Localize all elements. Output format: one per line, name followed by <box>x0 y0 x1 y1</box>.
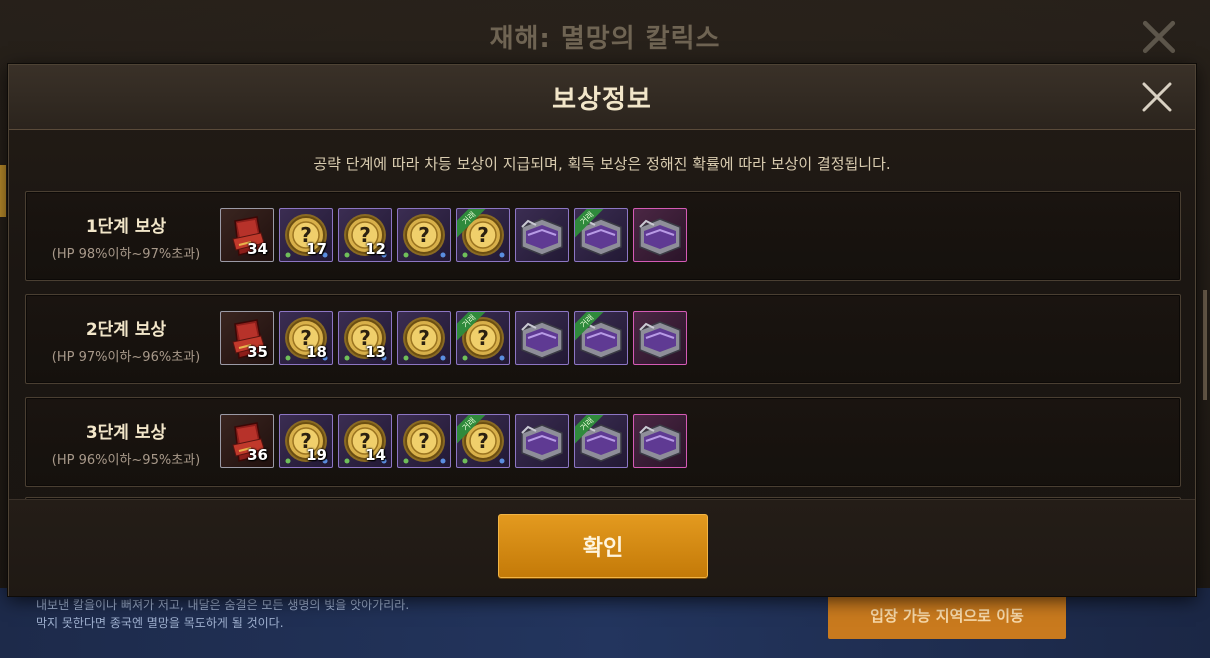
reward-items: 36? 19? 14?? 거래 거래 <box>220 414 687 470</box>
svg-text:?: ? <box>418 326 430 350</box>
parent-scrollbar <box>1203 290 1207 400</box>
svg-text:?: ? <box>477 326 489 350</box>
reward-item-slot[interactable]: 36 <box>220 414 274 468</box>
purple-chest-icon <box>521 424 563 462</box>
reward-item-slot[interactable]: ? 12 <box>338 208 392 262</box>
stage-title: 1단계 보상 <box>85 217 167 237</box>
reward-list[interactable]: 1단계 보상 (HP 98%이하~97%초과) 34? 17? 12?? 거래 거래 2… <box>25 191 1181 501</box>
reward-items: 35? 18? 13?? 거래 거래 <box>220 311 687 367</box>
reward-item-slot[interactable]: 거래 <box>574 311 628 365</box>
reward-item-slot[interactable] <box>515 414 569 468</box>
item-count: 19 <box>306 446 327 464</box>
purple-chest-icon <box>521 321 563 359</box>
reward-row-stage-2: 2단계 보상 (HP 97%이하~96%초과) 35? 18? 13?? 거래 거래 <box>25 294 1181 384</box>
modal-title: 보상정보 <box>552 85 652 115</box>
reward-row-stage-1: 1단계 보상 (HP 98%이하~97%초과) 34? 17? 12?? 거래 거래 <box>25 191 1181 281</box>
reward-item-slot[interactable]: 34 <box>220 208 274 262</box>
reward-row-stage-3: 3단계 보상 (HP 96%이하~95%초과) 36? 19? 14?? 거래 거래 <box>25 397 1181 487</box>
stage-title: 3단계 보상 <box>85 423 167 443</box>
item-count: 17 <box>306 240 327 258</box>
stage-label: 1단계 보상 (HP 98%이하~97%초과) <box>32 212 220 262</box>
item-count: 14 <box>365 446 386 464</box>
reward-item-slot[interactable]: ? 거래 <box>456 208 510 262</box>
reward-item-slot[interactable]: 거래 <box>574 208 628 262</box>
reward-item-slot[interactable] <box>633 208 687 262</box>
item-count: 13 <box>365 343 386 361</box>
reward-item-slot[interactable]: ? 19 <box>279 414 333 468</box>
item-count: 18 <box>306 343 327 361</box>
close-icon[interactable] <box>1139 79 1175 115</box>
stage-hp-range: (HP 98%이하~97%초과) <box>51 247 201 262</box>
modal-footer: 확인 <box>9 499 1195 596</box>
reward-items: 34? 17? 12?? 거래 거래 <box>220 208 687 264</box>
svg-text:?: ? <box>477 223 489 247</box>
purple-chest-tradable-icon: 거래 <box>575 209 622 256</box>
item-count: 12 <box>365 240 386 258</box>
reward-item-slot[interactable]: ? 17 <box>279 208 333 262</box>
reward-item-slot[interactable]: ? 거래 <box>456 414 510 468</box>
stage-title: 2단계 보상 <box>85 320 167 340</box>
gold-mystery-coin-tradable-icon: ?거래 <box>457 415 505 464</box>
svg-text:?: ? <box>477 429 489 453</box>
reward-item-slot[interactable]: ? 18 <box>279 311 333 365</box>
reward-item-slot[interactable]: ? <box>397 208 451 262</box>
enter-area-button[interactable]: 입장 가능 지역으로 이동 <box>828 591 1066 639</box>
reward-item-slot[interactable]: ? 거래 <box>456 311 510 365</box>
purple-chest-icon <box>639 218 681 256</box>
reward-item-slot[interactable]: 거래 <box>574 414 628 468</box>
reward-item-slot[interactable]: ? 13 <box>338 311 392 365</box>
svg-text:?: ? <box>418 223 430 247</box>
reward-item-slot[interactable]: ? <box>397 311 451 365</box>
gold-mystery-coin-icon: ? <box>403 317 446 361</box>
reward-info-modal: 보상정보 공략 단계에 따라 차등 보상이 지급되며, 획득 보상은 정해진 확… <box>8 64 1196 596</box>
item-count: 35 <box>247 343 268 361</box>
reward-item-slot[interactable] <box>633 414 687 468</box>
item-count: 36 <box>247 446 268 464</box>
gold-mystery-coin-icon: ? <box>403 420 446 464</box>
story-line: 막지 못한다면 종국엔 멸망을 목도하게 될 것이다. <box>36 616 284 630</box>
modal-header: 보상정보 <box>9 65 1195 130</box>
parent-close-icon[interactable] <box>1136 14 1182 60</box>
reward-item-slot[interactable]: 35 <box>220 311 274 365</box>
parent-side-tab <box>0 165 6 217</box>
gold-mystery-coin-tradable-icon: ?거래 <box>457 209 505 258</box>
purple-chest-tradable-icon: 거래 <box>575 415 622 462</box>
stage-label: 2단계 보상 (HP 97%이하~96%초과) <box>32 315 220 365</box>
item-count: 34 <box>247 240 268 258</box>
reward-item-slot[interactable]: ? 14 <box>338 414 392 468</box>
purple-chest-tradable-icon: 거래 <box>575 312 622 359</box>
stage-hp-range: (HP 96%이하~95%초과) <box>51 453 201 468</box>
purple-chest-icon <box>639 424 681 462</box>
stage-hp-range: (HP 97%이하~96%초과) <box>51 350 201 365</box>
parent-window-title: 재해: 멸망의 칼릭스 <box>489 24 721 54</box>
confirm-button[interactable]: 확인 <box>498 514 708 578</box>
reward-item-slot[interactable] <box>633 311 687 365</box>
gold-mystery-coin-tradable-icon: ?거래 <box>457 312 505 361</box>
gold-mystery-coin-icon: ? <box>403 214 446 258</box>
reward-item-slot[interactable] <box>515 208 569 262</box>
reward-item-slot[interactable] <box>515 311 569 365</box>
stage-label: 3단계 보상 (HP 96%이하~95%초과) <box>32 418 220 468</box>
purple-chest-icon <box>521 218 563 256</box>
reward-notice: 공략 단계에 따라 차등 보상이 지급되며, 획득 보상은 정해진 확률에 따라… <box>313 155 891 173</box>
svg-text:?: ? <box>418 429 430 453</box>
purple-chest-icon <box>639 321 681 359</box>
story-line: 내보낸 칼을이나 뻐져가 저고, 내달은 숨결은 모든 생명의 빛을 앗아가리라… <box>36 598 410 612</box>
reward-item-slot[interactable]: ? <box>397 414 451 468</box>
